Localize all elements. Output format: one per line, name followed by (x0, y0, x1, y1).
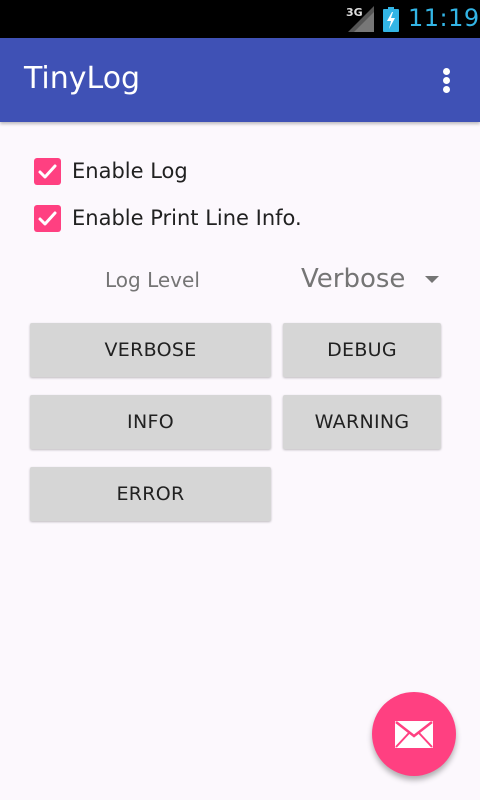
enable-log-checkbox[interactable]: Enable Log (34, 156, 188, 186)
log-level-selected-value[interactable]: Verbose (301, 264, 405, 294)
app-title: TinyLog (24, 61, 141, 96)
enable-print-line-info-label[interactable]: Enable Print Line Info. (72, 206, 302, 230)
signal-indicator: 3G (346, 6, 376, 32)
error-button[interactable]: ERROR (30, 467, 271, 521)
verbose-button[interactable]: VERBOSE (30, 323, 271, 377)
email-icon (395, 721, 433, 748)
warning-button[interactable]: WARNING (283, 395, 441, 449)
app-bar: TinyLog (0, 38, 480, 122)
debug-button[interactable]: DEBUG (283, 323, 441, 377)
log-level-spinner[interactable]: Verbose (301, 258, 451, 300)
email-fab-button[interactable] (372, 692, 456, 776)
screen: 3G 11:19 TinyLog Enable Log Enable Print… (0, 0, 480, 800)
status-time: 11:19 (408, 4, 480, 32)
log-level-label: Log Level (105, 268, 200, 292)
info-button[interactable]: INFO (30, 395, 271, 449)
overflow-menu-icon[interactable] (430, 62, 464, 98)
signal-icon (348, 6, 374, 32)
checkbox-checked-icon[interactable] (34, 204, 61, 232)
battery-charging-icon (383, 7, 399, 32)
dropdown-arrow-icon[interactable] (425, 276, 439, 283)
enable-log-label[interactable]: Enable Log (72, 159, 188, 183)
status-bar: 3G 11:19 (0, 0, 480, 38)
checkbox-checked-icon[interactable] (34, 157, 61, 185)
enable-print-line-info-checkbox[interactable]: Enable Print Line Info. (34, 203, 302, 233)
